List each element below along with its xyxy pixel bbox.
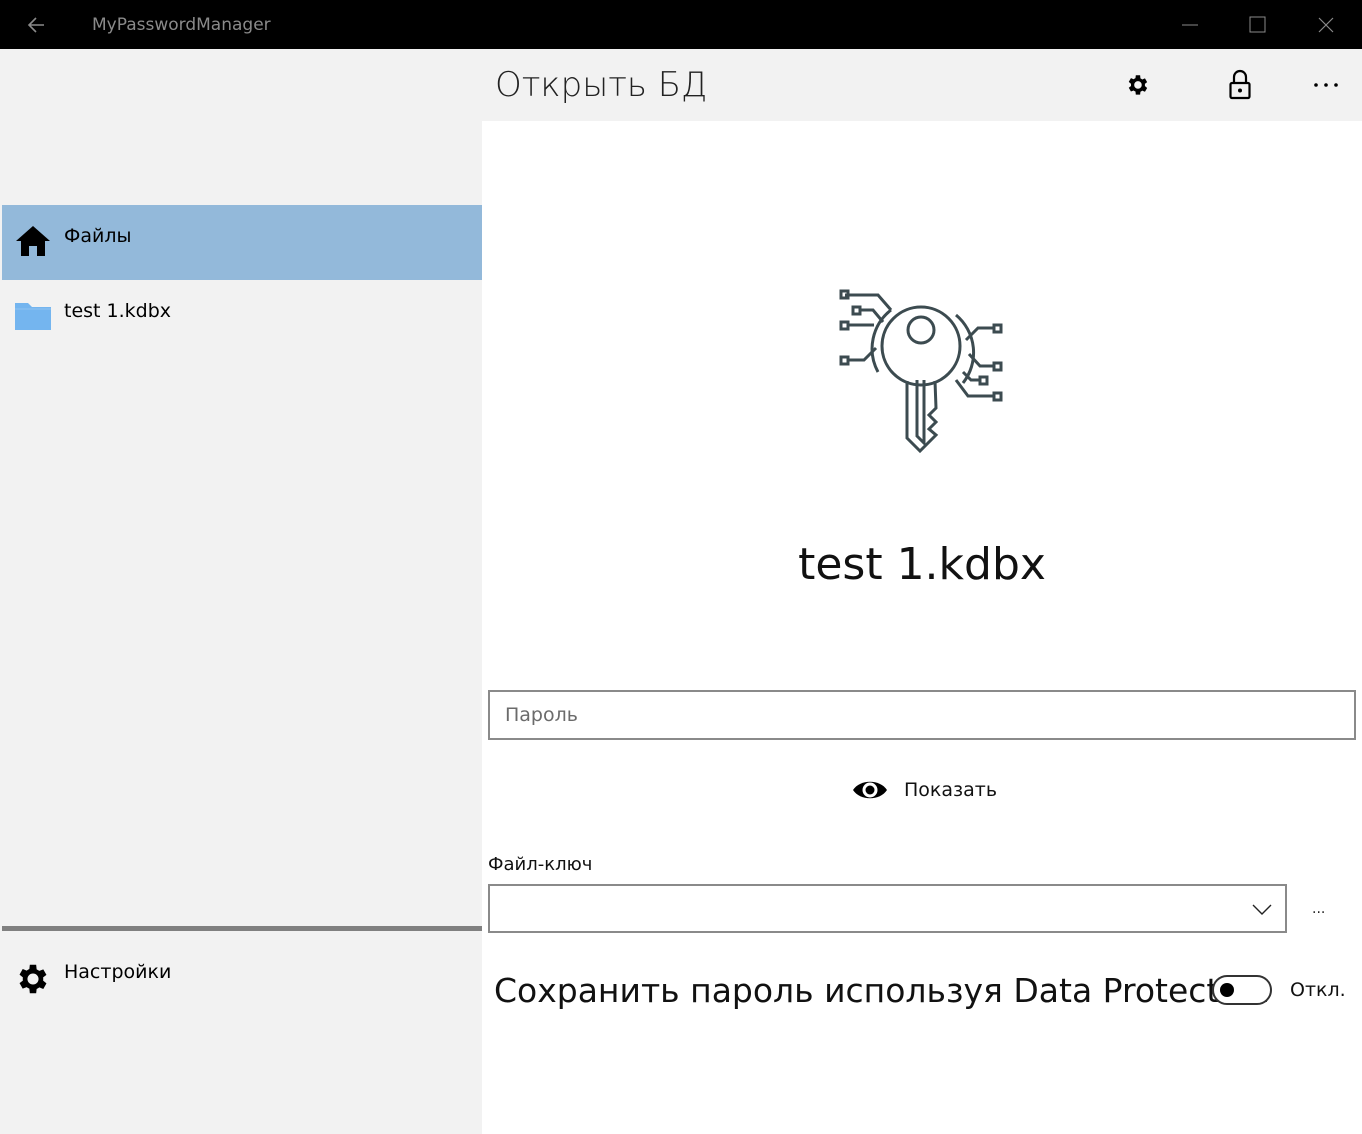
title-bar: MyPasswordManager bbox=[0, 0, 1362, 49]
toggle-knob bbox=[1220, 983, 1234, 997]
lock-icon[interactable] bbox=[1218, 63, 1262, 107]
back-arrow-icon[interactable] bbox=[22, 12, 54, 38]
close-icon[interactable] bbox=[1292, 0, 1360, 49]
minimize-icon[interactable] bbox=[1156, 0, 1224, 49]
sidebar-item-test-db[interactable]: test 1.kdbx bbox=[2, 280, 482, 355]
sidebar-item-label: Файлы bbox=[64, 225, 132, 247]
page-header: Открыть БД bbox=[482, 49, 1362, 121]
browse-keyfile-button[interactable]: ... bbox=[1312, 901, 1325, 917]
eye-icon bbox=[853, 781, 887, 799]
maximize-icon[interactable] bbox=[1224, 0, 1292, 49]
sidebar-item-settings[interactable]: Настройки bbox=[2, 935, 482, 1010]
sidebar-item-files[interactable]: Файлы bbox=[2, 205, 482, 280]
gear-icon bbox=[19, 964, 47, 994]
page-title: Открыть БД bbox=[495, 65, 708, 105]
password-input[interactable] bbox=[488, 690, 1356, 740]
data-protection-label: Сохранить пароль используя Data Protecti… bbox=[494, 971, 1270, 1010]
keyfile-label: Файл-ключ bbox=[488, 854, 593, 875]
sidebar-item-label: test 1.kdbx bbox=[64, 300, 172, 322]
folder-icon bbox=[15, 303, 51, 330]
home-icon bbox=[16, 226, 50, 256]
settings-icon[interactable] bbox=[1116, 63, 1160, 107]
show-password-toggle[interactable]: Показать bbox=[852, 771, 997, 809]
show-password-label: Показать bbox=[904, 779, 998, 801]
chevron-down-icon bbox=[1252, 904, 1272, 915]
keyfile-dropdown[interactable] bbox=[488, 884, 1287, 933]
database-name: test 1.kdbx bbox=[798, 539, 1046, 590]
navigation-pane: Файлы test 1.kdbx Настройки bbox=[2, 49, 482, 1134]
sidebar-item-label: Настройки bbox=[64, 961, 172, 983]
data-protection-toggle[interactable] bbox=[1212, 975, 1272, 1005]
open-db-panel: test 1.kdbx Показать Файл-ключ ... Сохра… bbox=[482, 121, 1362, 1134]
sidebar-divider bbox=[2, 926, 482, 931]
more-icon[interactable] bbox=[1304, 63, 1348, 107]
window-title: MyPasswordManager bbox=[92, 15, 271, 35]
toggle-state-label: Откл. bbox=[1290, 979, 1346, 1001]
key-logo-icon bbox=[839, 289, 1003, 454]
